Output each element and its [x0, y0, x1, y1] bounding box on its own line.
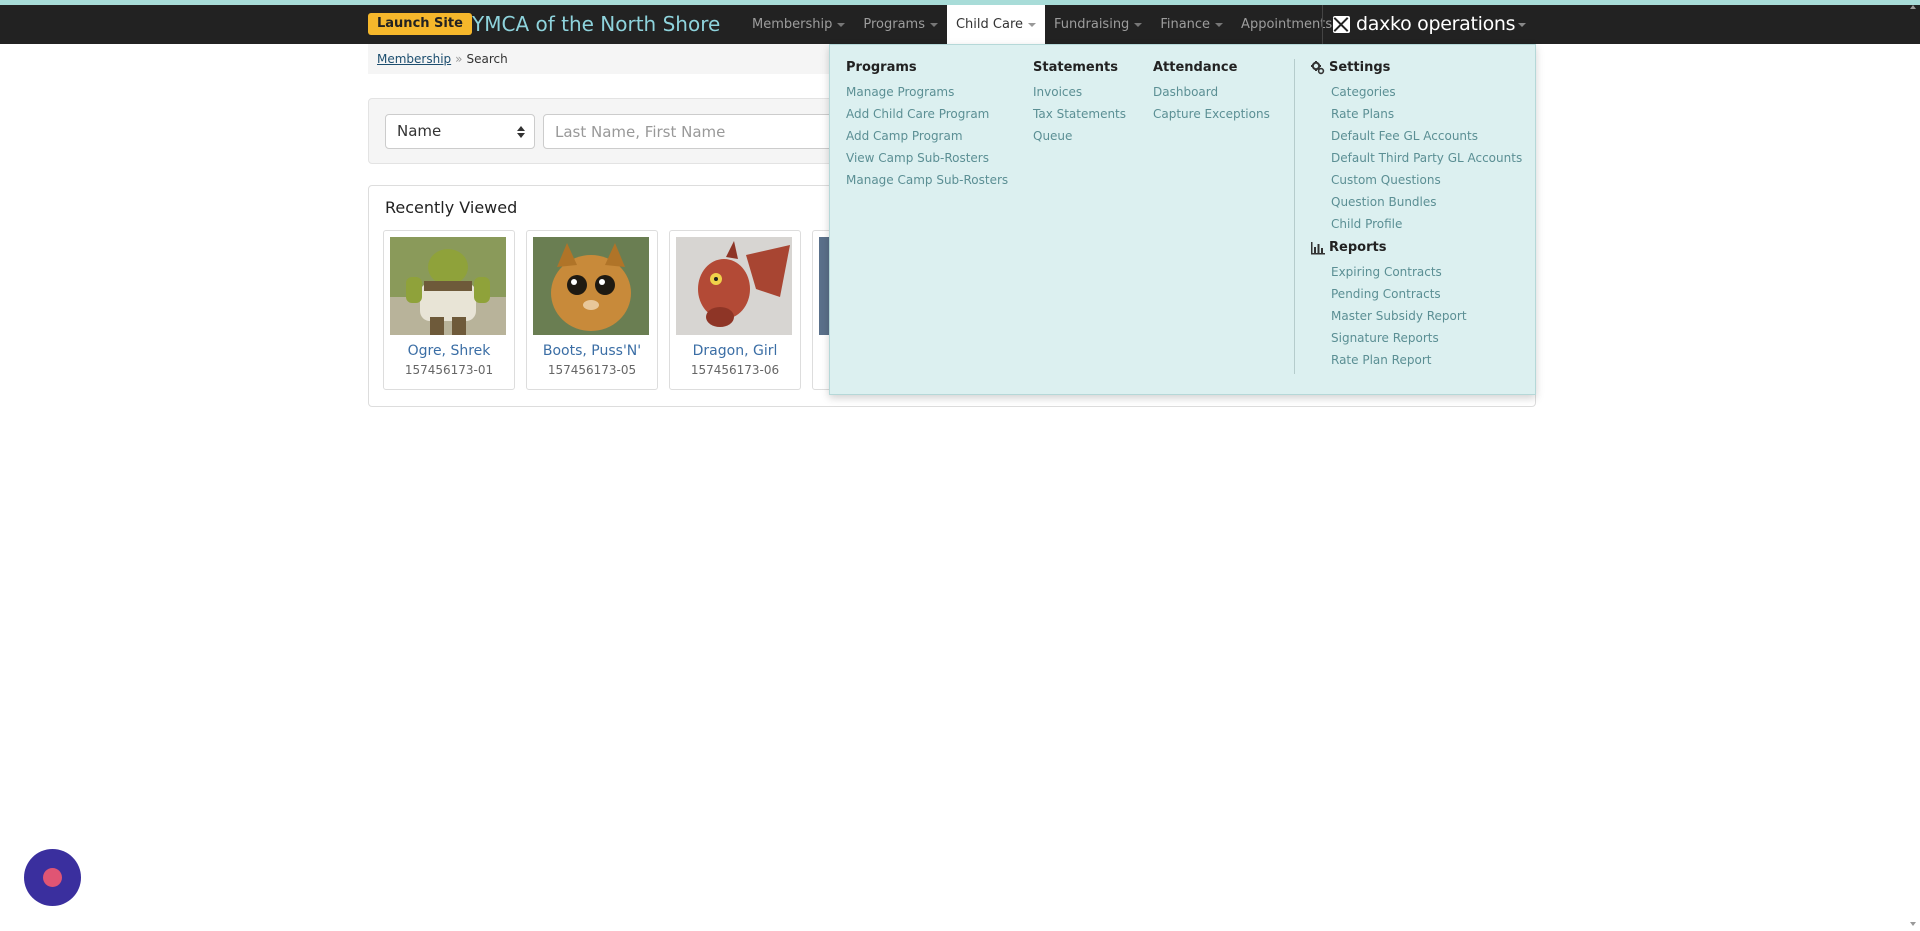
member-name: Ogre, Shrek	[407, 343, 491, 359]
settings-column: Settings Categories Rate Plans Default F…	[1311, 59, 1522, 371]
menu-fundraising[interactable]: Fundraising	[1045, 5, 1151, 44]
attendance-column: Attendance Dashboard Capture Exceptions	[1153, 59, 1270, 125]
caret-down-icon	[1215, 22, 1224, 27]
reports-heading-label: Reports	[1329, 240, 1387, 255]
caret-down-icon	[929, 22, 938, 27]
child-profile-link[interactable]: Child Profile	[1331, 213, 1522, 235]
caret-down-icon	[1134, 22, 1143, 27]
recently-viewed-title: Recently Viewed	[385, 198, 518, 217]
categories-link[interactable]: Categories	[1331, 81, 1522, 103]
menu-label: Programs	[863, 17, 925, 32]
daxko-logo-icon	[1333, 16, 1350, 33]
settings-heading-label: Settings	[1329, 60, 1391, 75]
member-name: Dragon, Girl	[692, 343, 778, 359]
navbar-inner: Launch Site YMCA of the North Shore Memb…	[368, 5, 1536, 44]
chat-launcher-button[interactable]	[24, 849, 81, 906]
signature-reports-link[interactable]: Signature Reports	[1331, 327, 1522, 349]
breadcrumb-current: Search	[466, 52, 508, 66]
expiring-contracts-link[interactable]: Expiring Contracts	[1331, 261, 1522, 283]
attendance-heading: Attendance	[1153, 60, 1238, 75]
chat-dot-icon	[43, 868, 62, 887]
add-camp-program-link[interactable]: Add Camp Program	[846, 125, 1008, 147]
settings-heading: Settings	[1311, 59, 1522, 77]
recent-member-card[interactable]: Ogre, Shrek 157456173-01	[383, 230, 515, 390]
programs-column: Programs Manage Programs Add Child Care …	[846, 59, 1008, 191]
dropdown-divider	[1294, 59, 1295, 374]
menu-label: Child Care	[955, 17, 1024, 32]
queue-link[interactable]: Queue	[1033, 125, 1126, 147]
select-arrows-icon	[517, 126, 525, 138]
breadcrumb-separator: »	[455, 52, 463, 66]
breadcrumb-membership-link[interactable]: Membership	[377, 52, 451, 66]
rate-plans-link[interactable]: Rate Plans	[1331, 103, 1522, 125]
menu-label: Appointments	[1241, 17, 1333, 32]
menu-programs[interactable]: Programs	[854, 5, 947, 44]
scroll-up-icon[interactable]	[1910, 5, 1916, 9]
bar-chart-icon	[1311, 242, 1325, 255]
menu-finance[interactable]: Finance	[1151, 5, 1232, 44]
add-child-care-program-link[interactable]: Add Child Care Program	[846, 103, 1008, 125]
caret-down-icon	[1028, 22, 1037, 27]
scroll-down-icon[interactable]	[1910, 922, 1916, 926]
tax-statements-link[interactable]: Tax Statements	[1033, 103, 1126, 125]
menu-label: Membership	[752, 17, 833, 32]
top-navbar: Launch Site YMCA of the North Shore Memb…	[0, 5, 1920, 44]
capture-exceptions-link[interactable]: Capture Exceptions	[1153, 103, 1270, 125]
invoices-link[interactable]: Invoices	[1033, 81, 1126, 103]
manage-programs-link[interactable]: Manage Programs	[846, 81, 954, 103]
main-menu: Membership Programs Child Care Fundraisi…	[743, 5, 1354, 44]
programs-heading: Programs	[846, 60, 917, 75]
view-camp-sub-rosters-link[interactable]: View Camp Sub-Rosters	[846, 147, 1008, 169]
member-id: 157456173-05	[547, 363, 637, 377]
question-bundles-link[interactable]: Question Bundles	[1331, 191, 1522, 213]
menu-label: Finance	[1160, 17, 1211, 32]
custom-questions-link[interactable]: Custom Questions	[1331, 169, 1522, 191]
menu-membership[interactable]: Membership	[743, 5, 854, 44]
default-third-party-gl-accounts-link[interactable]: Default Third Party GL Accounts	[1331, 147, 1522, 169]
member-photo	[390, 237, 506, 335]
member-photo	[676, 237, 792, 335]
launch-site-button[interactable]: Launch Site	[368, 13, 472, 35]
member-photo	[533, 237, 649, 335]
brand-name: daxko operations	[1356, 13, 1516, 35]
search-type-value: Name	[397, 122, 442, 140]
recent-member-card[interactable]: Dragon, Girl 157456173-06	[669, 230, 801, 390]
master-subsidy-report-link[interactable]: Master Subsidy Report	[1331, 305, 1522, 327]
pending-contracts-link[interactable]: Pending Contracts	[1331, 283, 1522, 305]
member-id: 157456173-06	[690, 363, 780, 377]
child-care-dropdown: Programs Manage Programs Add Child Care …	[829, 44, 1536, 395]
recent-member-card[interactable]: Boots, Puss'N' 157456173-05	[526, 230, 658, 390]
reports-heading: Reports	[1311, 239, 1522, 257]
caret-down-icon	[1518, 22, 1527, 27]
search-type-select[interactable]: Name	[385, 114, 535, 149]
gears-icon	[1311, 61, 1325, 75]
menu-label: Fundraising	[1054, 17, 1130, 32]
statements-heading: Statements	[1033, 60, 1118, 75]
rate-plan-report-link[interactable]: Rate Plan Report	[1331, 349, 1522, 371]
statements-column: Statements Invoices Tax Statements Queue	[1033, 59, 1126, 147]
org-title-link[interactable]: YMCA of the North Shore	[472, 11, 720, 37]
manage-camp-sub-rosters-link[interactable]: Manage Camp Sub-Rosters	[846, 169, 1008, 191]
caret-down-icon	[837, 22, 846, 27]
member-id: 157456173-01	[404, 363, 494, 377]
member-name: Boots, Puss'N'	[542, 343, 642, 359]
menu-child-care[interactable]: Child Care	[946, 5, 1046, 44]
default-fee-gl-accounts-link[interactable]: Default Fee GL Accounts	[1331, 125, 1522, 147]
daxko-brand-menu[interactable]: daxko operations	[1322, 5, 1536, 44]
attendance-dashboard-link[interactable]: Dashboard	[1153, 81, 1270, 103]
